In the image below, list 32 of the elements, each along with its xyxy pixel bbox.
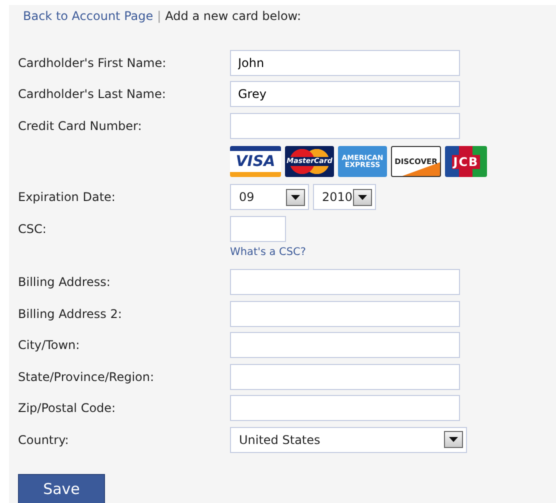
field-label: Billing Address 2: — [18, 306, 122, 323]
input-field[interactable] — [230, 332, 460, 358]
field-label: Expiration Date: — [18, 189, 116, 206]
input-field[interactable] — [230, 112, 460, 139]
field-label: Credit Card Number: — [18, 118, 142, 135]
back-link[interactable]: Back to Account Page — [23, 7, 154, 25]
separator: | — [157, 8, 162, 25]
instruction-text: Add a new card below: — [165, 8, 301, 25]
input-field[interactable] — [230, 395, 460, 422]
field-label: Zip/Postal Code: — [18, 400, 116, 418]
save-button[interactable]: Save — [18, 474, 105, 503]
caret-icon — [358, 194, 367, 200]
field-label: City/Town: — [18, 337, 80, 354]
input-field[interactable] — [230, 364, 460, 390]
field-label: Country: — [18, 432, 69, 449]
field-label: State/Province/Region: — [18, 368, 154, 386]
dropdown[interactable]: 09 — [230, 184, 309, 210]
caret-icon — [449, 437, 458, 442]
card-logo: VISA — [230, 146, 281, 177]
input-field[interactable]: Grey — [230, 81, 460, 108]
field-label: CSC: — [18, 220, 46, 238]
field-label: Cardholder's First Name: — [18, 54, 166, 72]
input-field[interactable] — [230, 269, 460, 296]
field-label: Billing Address: — [18, 274, 110, 292]
csc-help-link[interactable]: What's a CSC? — [230, 244, 306, 260]
field-label: Cardholder's Last Name: — [18, 86, 166, 104]
card-logo: JCB — [445, 146, 487, 177]
input-field[interactable] — [230, 300, 460, 327]
dropdown[interactable]: 2010 — [313, 184, 376, 210]
country-dropdown[interactable]: United States — [230, 426, 467, 453]
caret-icon — [291, 194, 300, 200]
input-field[interactable] — [230, 216, 286, 242]
